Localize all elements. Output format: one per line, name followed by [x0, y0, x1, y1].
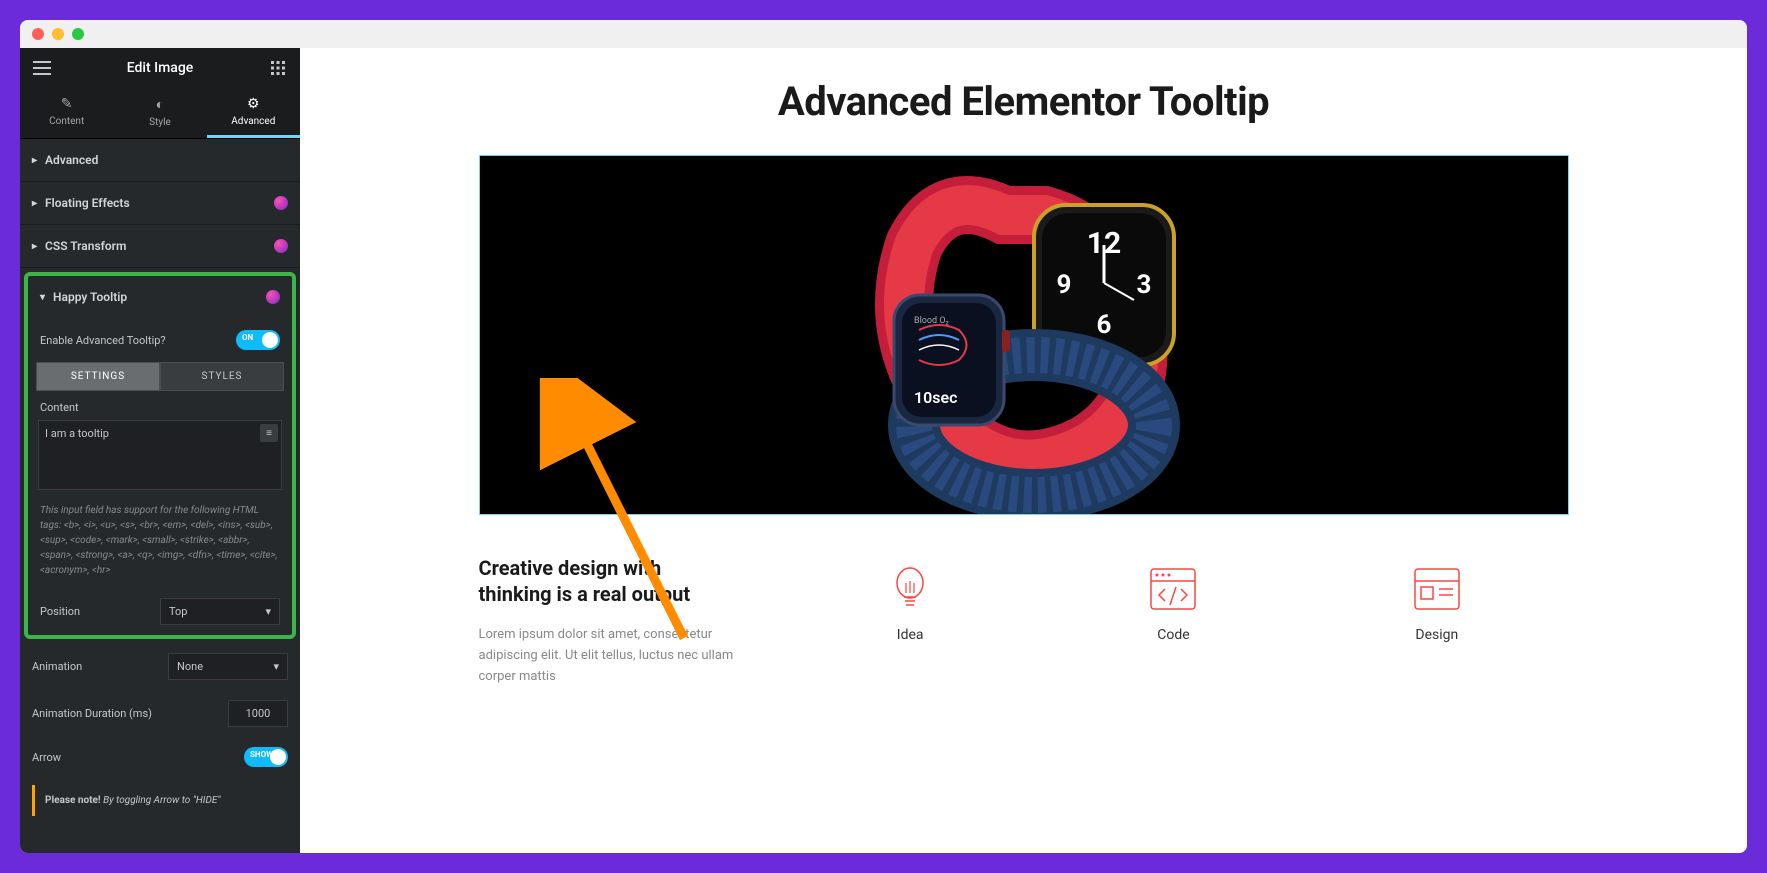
page-title: Advanced Elementor Tooltip — [300, 78, 1747, 125]
maximize-dot[interactable] — [72, 28, 84, 40]
tab-advanced[interactable]: ⚙Advanced — [207, 88, 300, 138]
minimize-dot[interactable] — [52, 28, 64, 40]
section-body: Lorem ipsum dolor sit amet, consectetur … — [479, 625, 739, 687]
position-select[interactable]: Top▾ — [160, 598, 280, 625]
text-column: Creative design with thinking is a real … — [479, 555, 739, 687]
animation-select[interactable]: None▾ — [168, 653, 288, 680]
main-area: Edit Image ✎Content ◐Style ⚙Advanced ▸Ad… — [20, 48, 1747, 853]
subtab-styles[interactable]: STYLES — [160, 362, 284, 391]
gear-icon: ⚙ — [207, 96, 300, 112]
duration-row: Animation Duration (ms) — [20, 690, 300, 737]
animation-row: Animation None▾ — [20, 643, 300, 690]
brand-badge-icon — [266, 290, 280, 304]
tab-style[interactable]: ◐Style — [113, 88, 206, 138]
help-text: This input field has support for the fol… — [28, 493, 292, 588]
highlighted-section: ▾Happy Tooltip Enable Advanced Tooltip? … — [24, 272, 296, 639]
menu-icon[interactable] — [30, 56, 54, 80]
brand-badge-icon — [274, 239, 288, 253]
arrow-note: Please note! By toggling Arrow to "HIDE" — [32, 785, 288, 816]
accordion-floating-effects[interactable]: ▸Floating Effects — [20, 182, 300, 225]
app-window: Edit Image ✎Content ◐Style ⚙Advanced ▸Ad… — [20, 20, 1747, 853]
accordion-happy-tooltip[interactable]: ▾Happy Tooltip — [28, 276, 292, 318]
duration-label: Animation Duration (ms) — [32, 707, 152, 720]
content-textarea[interactable] — [38, 420, 282, 490]
icon-row: Idea Code Design — [779, 555, 1569, 687]
preview-canvas: Advanced Elementor Tooltip 12 3 6 9 — [300, 48, 1747, 853]
widgets-grid-icon[interactable] — [266, 56, 290, 80]
enable-tooltip-label: Enable Advanced Tooltip? — [40, 334, 166, 347]
arrow-label: Arrow — [32, 751, 61, 764]
close-dot[interactable] — [32, 28, 44, 40]
window-titlebar — [20, 20, 1747, 48]
icon-label: Code — [1149, 627, 1197, 643]
tooltip-subtabs: SETTINGS STYLES — [36, 362, 284, 391]
position-row: Position Top▾ — [28, 588, 292, 635]
svg-text:Blood O₂: Blood O₂ — [914, 316, 949, 326]
chevron-down-icon: ▾ — [273, 660, 279, 673]
pencil-icon: ✎ — [20, 96, 113, 112]
svg-text:6: 6 — [1096, 310, 1111, 340]
icon-code: Code — [1149, 565, 1197, 643]
svg-text:10sec: 10sec — [914, 388, 957, 407]
lightbulb-icon — [886, 565, 934, 613]
dynamic-tags-button[interactable]: ≡ — [260, 424, 278, 442]
brand-badge-icon — [274, 196, 288, 210]
chevron-right-icon: ▸ — [32, 241, 37, 252]
database-icon: ≡ — [266, 428, 272, 439]
arrow-row: Arrow SHOW — [20, 737, 300, 777]
watch-illustration: 12 3 6 9 Blood O₂ 10sec — [684, 155, 1364, 515]
elementor-sidebar: Edit Image ✎Content ◐Style ⚙Advanced ▸Ad… — [20, 48, 300, 853]
animation-label: Animation — [32, 660, 82, 673]
icon-label: Design — [1413, 627, 1461, 643]
icon-idea: Idea — [886, 565, 934, 643]
position-label: Position — [40, 605, 80, 618]
chevron-right-icon: ▸ — [32, 155, 37, 166]
icon-design: Design — [1413, 565, 1461, 643]
subtab-settings[interactable]: SETTINGS — [36, 362, 160, 391]
accordion-advanced[interactable]: ▸Advanced — [20, 139, 300, 182]
sidebar-header: Edit Image — [20, 48, 300, 88]
svg-text:9: 9 — [1056, 270, 1071, 300]
content-row: Creative design with thinking is a real … — [479, 555, 1569, 687]
contrast-icon: ◐ — [113, 96, 206, 113]
tab-content[interactable]: ✎Content — [20, 88, 113, 138]
content-label: Content — [28, 391, 292, 420]
section-heading: Creative design with thinking is a real … — [479, 555, 739, 607]
svg-text:3: 3 — [1136, 270, 1151, 300]
layout-icon — [1413, 565, 1461, 613]
hero-image[interactable]: 12 3 6 9 Blood O₂ 10sec — [479, 155, 1569, 515]
content-textarea-wrap: ≡ — [38, 420, 282, 493]
icon-label: Idea — [886, 627, 934, 643]
accordion-css-transform[interactable]: ▸CSS Transform — [20, 225, 300, 268]
duration-input[interactable] — [228, 700, 288, 727]
enable-tooltip-row: Enable Advanced Tooltip? ON — [28, 318, 292, 362]
chevron-down-icon: ▾ — [265, 605, 271, 618]
arrow-toggle[interactable]: SHOW — [244, 747, 288, 767]
sidebar-tabs: ✎Content ◐Style ⚙Advanced — [20, 88, 300, 139]
enable-tooltip-toggle[interactable]: ON — [236, 330, 280, 350]
sidebar-title: Edit Image — [127, 60, 194, 76]
chevron-down-icon: ▾ — [40, 292, 45, 303]
chevron-right-icon: ▸ — [32, 198, 37, 209]
code-window-icon — [1149, 565, 1197, 613]
